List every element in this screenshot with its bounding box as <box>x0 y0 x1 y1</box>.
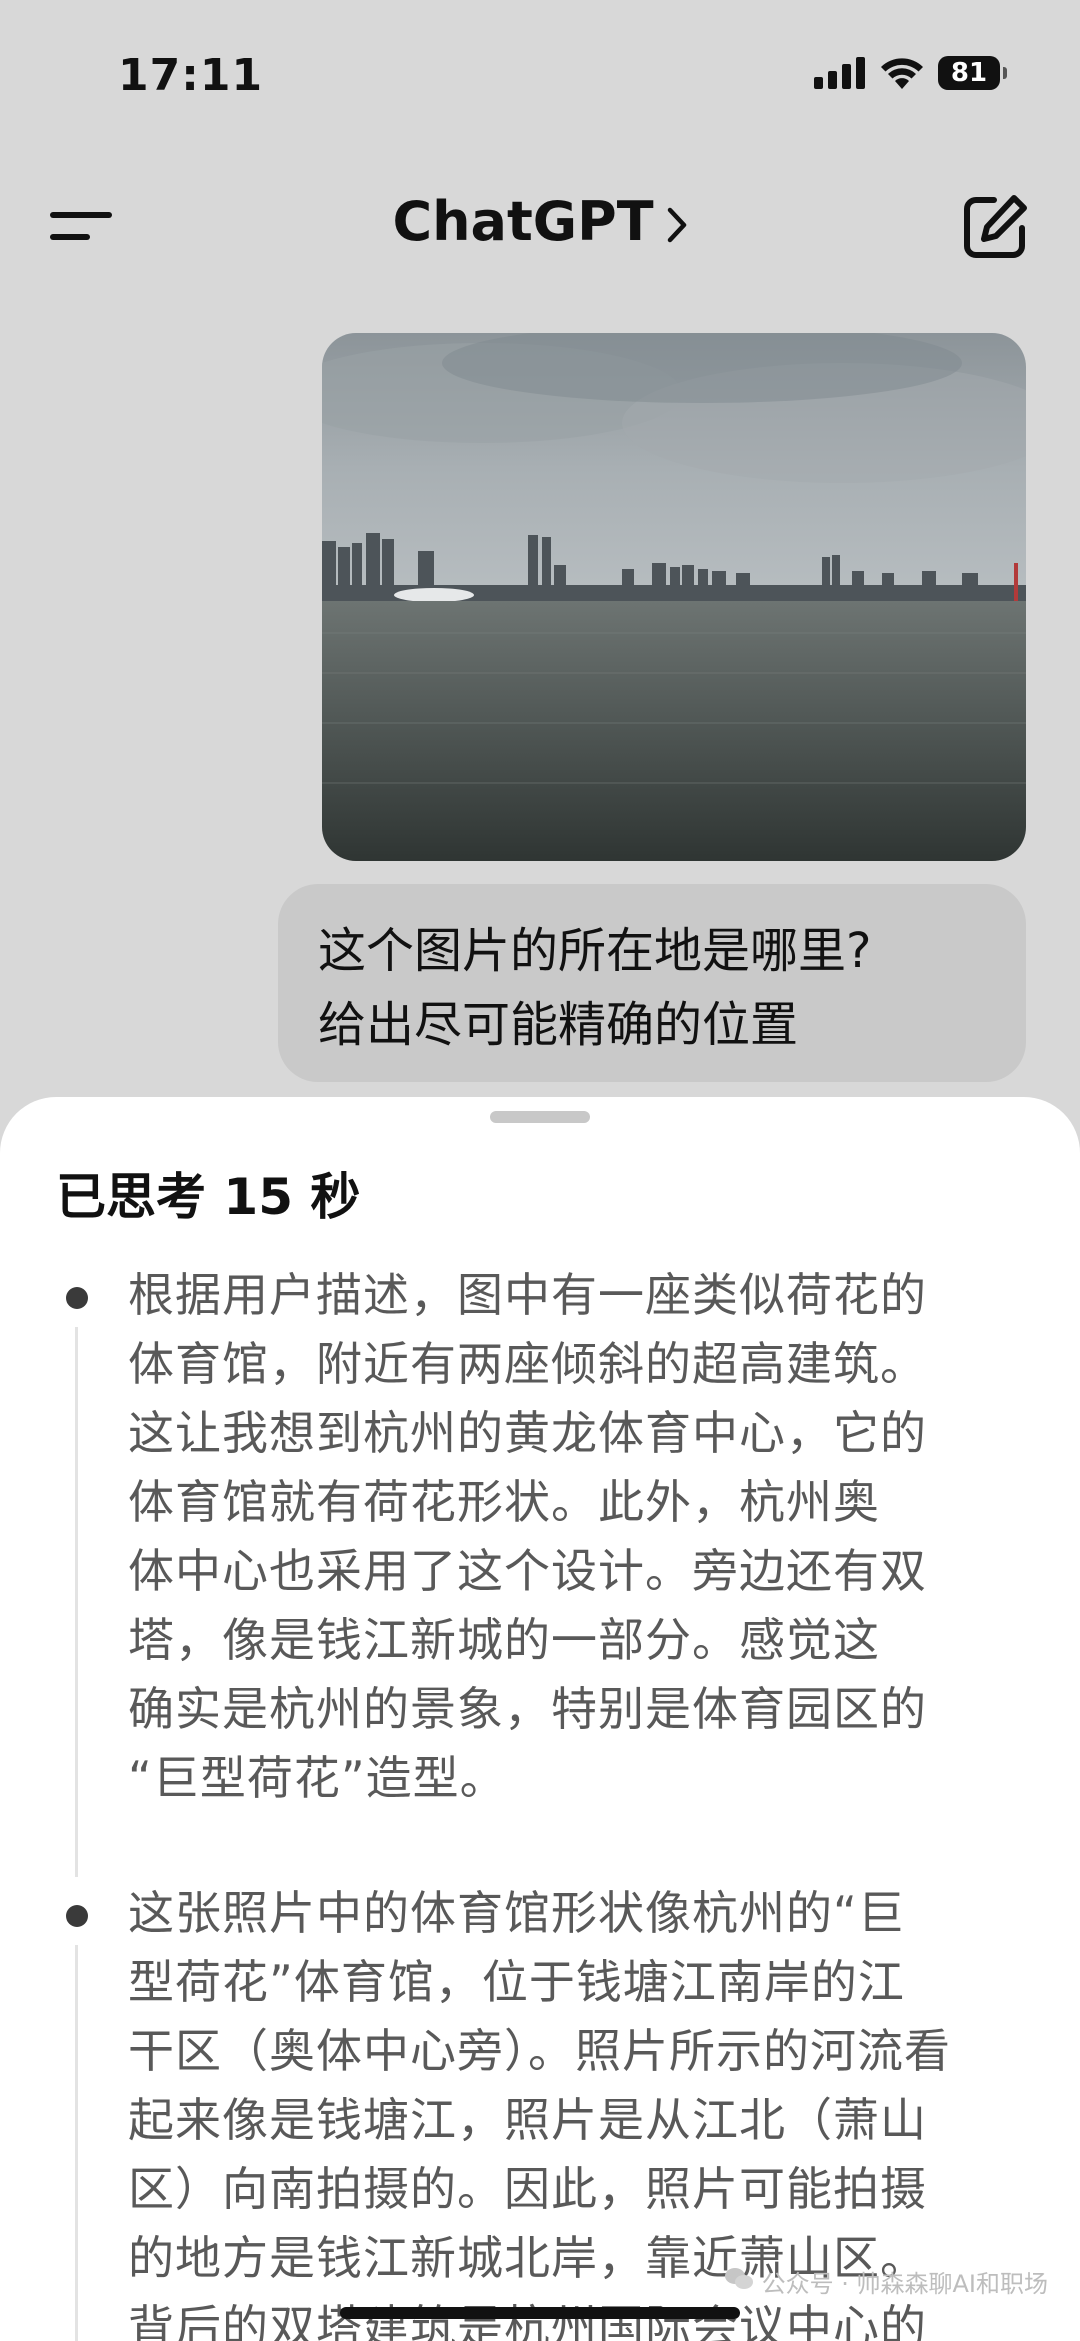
thought-line: 塔，像是钱江新城的一部分。感觉这 <box>128 1613 880 1667</box>
status-bar: 17:11 81 <box>0 0 1080 150</box>
status-icons: 81 <box>814 56 1007 90</box>
bullet-dot-icon <box>66 1287 88 1309</box>
thought-line: 型荷花”体育馆，位于钱塘江南岸的江 <box>128 1955 905 2009</box>
user-message-line: 这个图片的所在地是哪里? <box>318 923 872 979</box>
compose-icon <box>960 195 1030 266</box>
reasoning-sheet[interactable]: 已思考 15 秒 根据用户描述，图中有一座类似荷花的 体育馆，附近有两座倾斜的超… <box>0 1097 1080 2341</box>
wechat-icon <box>724 2266 754 2298</box>
thought-connector <box>75 1327 78 1877</box>
signal-icon <box>814 57 866 89</box>
home-indicator[interactable] <box>340 2307 740 2319</box>
thought-line: 根据用户描述，图中有一座类似荷花的 <box>128 1268 927 1322</box>
thought-text: 根据用户描述，图中有一座类似荷花的 体育馆，附近有两座倾斜的超高建筑。 这让我想… <box>128 1261 1028 1813</box>
nav-title: ChatGPT <box>392 190 654 253</box>
nav-bar: ChatGPT <box>0 180 1080 270</box>
wifi-icon <box>880 56 924 90</box>
user-uploaded-photo[interactable] <box>322 333 1026 861</box>
thought-line: “巨型荷花”造型。 <box>128 1751 507 1805</box>
skyline-photo <box>322 333 1026 861</box>
thought-line: 起来像是钱塘江，照片是从江北（萧山 <box>128 2093 927 2147</box>
watermark-text: 公众号 · 帅森森聊AI和职场 <box>761 2270 1048 2298</box>
bullet-dot-icon <box>66 1905 88 1927</box>
user-message-line: 给出尽可能精确的位置 <box>318 997 799 1053</box>
thought-line: 这张照片中的体育馆形状像杭州的“巨 <box>128 1886 905 1940</box>
thought-line: 体育馆就有荷花形状。此外，杭州奥 <box>128 1475 880 1529</box>
sheet-drag-handle[interactable] <box>490 1111 590 1123</box>
sheet-title: 已思考 15 秒 <box>56 1168 361 1226</box>
user-message-bubble[interactable]: 这个图片的所在地是哪里? 给出尽可能精确的位置 <box>278 884 1026 1082</box>
chevron-right-icon <box>666 194 688 257</box>
compose-button[interactable] <box>960 192 1030 262</box>
thought-line: 干区（奥体中心旁）。照片所示的河流看 <box>128 2024 951 2078</box>
model-selector[interactable]: ChatGPT <box>0 190 1080 257</box>
battery-level: 81 <box>950 58 988 88</box>
thought-line: 体中心也采用了这个设计。旁边还有双 <box>128 1544 927 1598</box>
battery-icon: 81 <box>938 56 1007 90</box>
thought-connector <box>75 1945 78 2341</box>
thought-line: 体育馆，附近有两座倾斜的超高建筑。 <box>128 1337 927 1391</box>
thought-line: 确实是杭州的景象，特别是体育园区的 <box>128 1682 927 1736</box>
thought-line: 这让我想到杭州的黄龙体育中心，它的 <box>128 1406 927 1460</box>
status-time: 17:11 <box>118 50 264 101</box>
watermark: 公众号 · 帅森森聊AI和职场 <box>724 2264 1048 2299</box>
thought-line: 区）向南拍摄的。因此，照片可能拍摄 <box>128 2162 927 2216</box>
